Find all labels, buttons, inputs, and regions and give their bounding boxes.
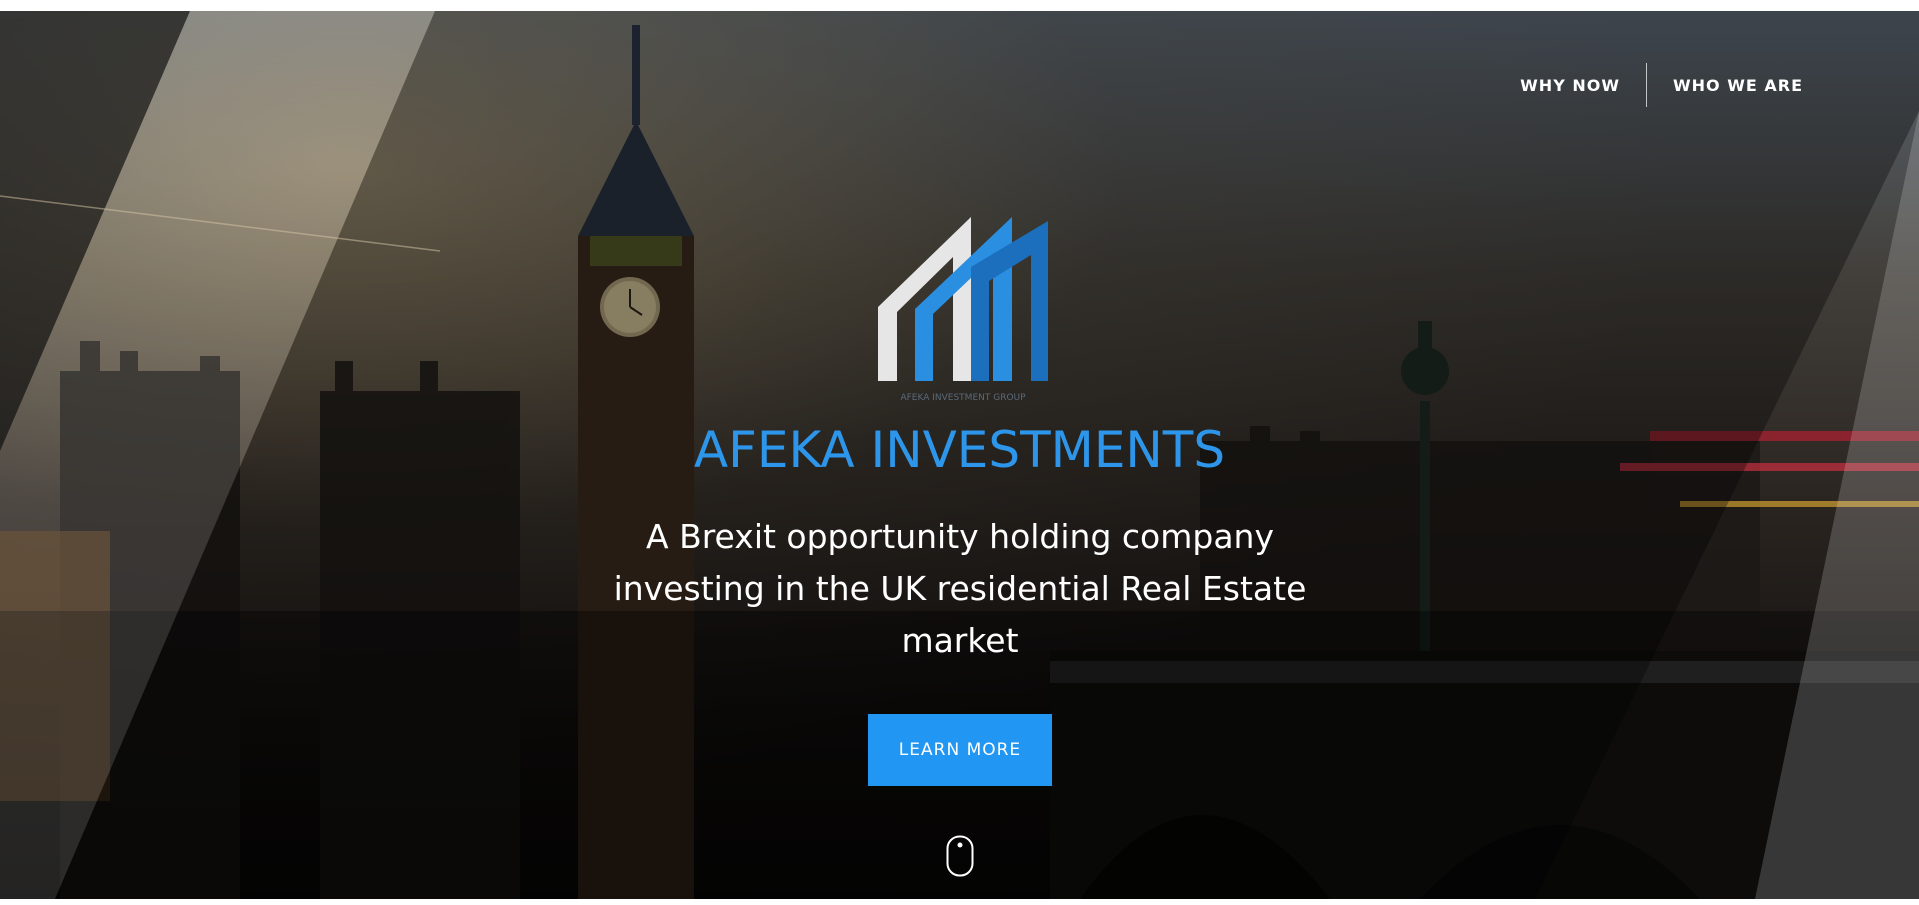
hero-section: WHY NOW WHO WE ARE AFEKA INVESTMENT GROU… (0, 11, 1919, 899)
nav-link-who-we-are[interactable]: WHO WE ARE (1647, 76, 1829, 95)
logo-subtext: AFEKA INVESTMENT GROUP (900, 393, 1026, 403)
nav-link-why-now[interactable]: WHY NOW (1494, 76, 1646, 95)
mouse-scroll-icon[interactable] (946, 835, 974, 877)
brand-title: AFEKA INVESTMENTS (693, 421, 1226, 479)
learn-more-button[interactable]: LEARN MORE (868, 714, 1052, 786)
hero-tagline: A Brexit opportunity holding company inv… (613, 517, 1307, 660)
top-navigation: WHY NOW WHO WE ARE (1494, 63, 1829, 107)
afeka-logo: AFEKA INVESTMENT GROUP (878, 217, 1048, 403)
